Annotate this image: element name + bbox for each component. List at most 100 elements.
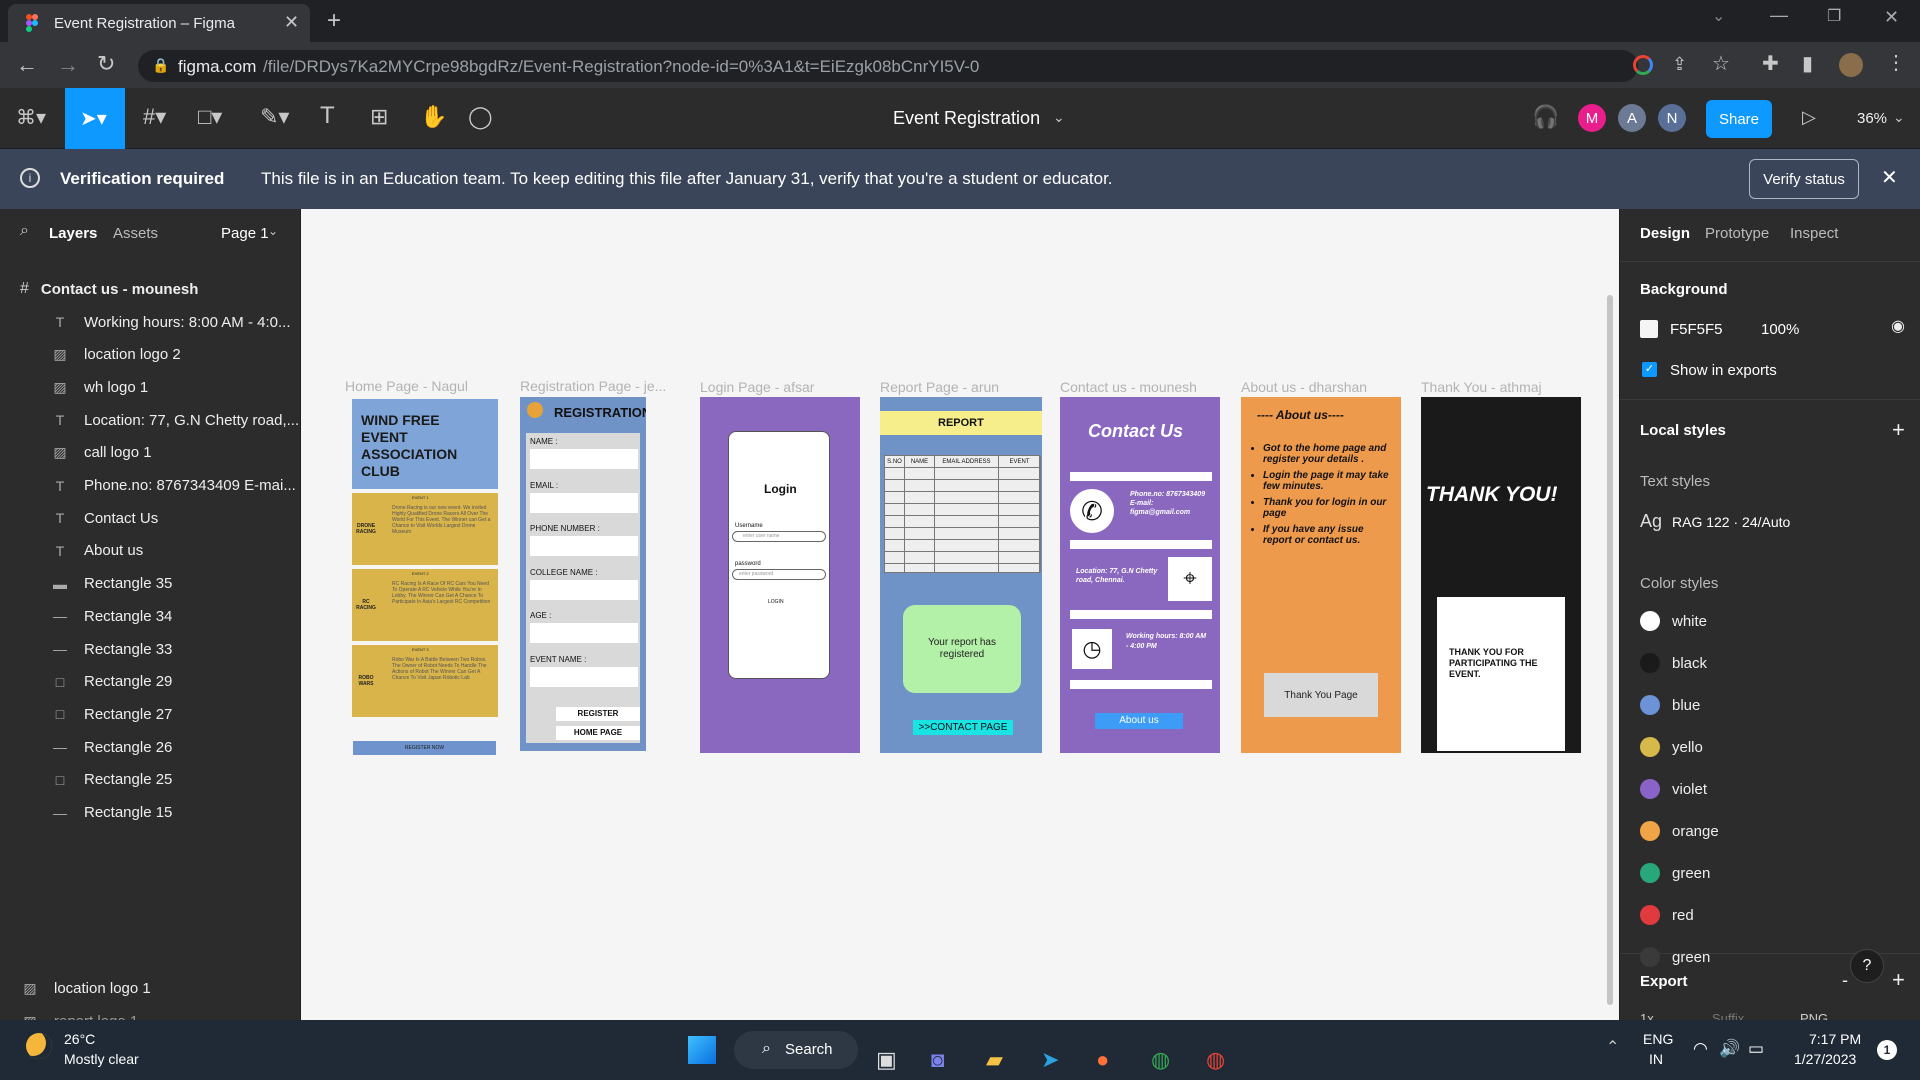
weather-desc[interactable]: Mostly clear [64,1051,139,1067]
reload-icon[interactable]: ↻ [97,53,115,75]
volume-icon[interactable]: 🔊 [1719,1040,1740,1057]
tab-assets[interactable]: Assets [113,225,158,242]
shape-tool-icon[interactable]: □▾ [198,106,222,128]
color-style-item[interactable]: blue [1640,695,1700,715]
banner-close-icon[interactable]: ✕ [1881,168,1898,188]
resources-icon[interactable]: ⊞ [370,106,388,128]
google-icon[interactable] [1633,55,1653,75]
tab-layers[interactable]: Layers [49,225,97,242]
hand-tool-icon[interactable]: ✋ [420,106,447,128]
color-style-item[interactable]: white [1640,611,1707,631]
add-export-icon[interactable]: + [1892,969,1905,991]
back-icon[interactable]: ← [16,54,38,76]
text-tool-icon[interactable]: T [320,104,335,128]
maximize-icon[interactable]: ❐ [1827,9,1841,25]
thank-you-frame[interactable]: THANK YOU! THANK YOU FOR PARTICIPATING T… [1421,397,1581,753]
registration-field-input[interactable] [530,623,638,643]
registration-page-frame[interactable]: REGISTRATION NAME : EMAIL : PHONE NUMBER :… [520,397,646,751]
profile-avatar[interactable] [1839,53,1863,77]
pen-tool-icon[interactable]: ✎▾ [260,106,289,128]
registration-field-input[interactable] [530,492,638,513]
notification-badge[interactable]: 1 [1877,1040,1897,1060]
wifi-icon[interactable]: ◠ [1693,1040,1708,1057]
home-page-frame[interactable]: WIND FREE EVENT ASSOCIATION CLUB EVENT 1… [351,399,499,755]
username-input[interactable]: enter user name [732,531,826,542]
color-style-item[interactable]: orange [1640,821,1719,841]
windows-start-icon[interactable] [688,1036,716,1064]
url-field[interactable]: 🔒 figma.com /file/DRDys7Ka2MYCrpe98bgdRz… [138,50,1638,82]
page-chevron-icon[interactable]: ⌄ [268,225,278,237]
color-style-item[interactable]: black [1640,653,1707,673]
login-page-frame[interactable]: Login Username enter user name password … [700,397,860,753]
zoom-level[interactable]: 36% [1857,110,1887,127]
present-icon[interactable]: ▷ [1802,108,1816,126]
minimize-icon[interactable]: — [1770,6,1788,24]
registration-field-input[interactable] [530,449,638,469]
clock-time[interactable]: 7:17 PM [1809,1031,1861,1047]
register-button[interactable]: REGISTER [556,707,640,721]
frame-label-login[interactable]: Login Page - afsar [700,379,814,395]
weather-icon[interactable] [26,1033,52,1059]
color-style-item[interactable]: red [1640,905,1694,925]
thank-you-page-button[interactable]: Thank You Page [1264,673,1378,717]
new-tab-icon[interactable]: + [327,9,341,33]
comment-tool-icon[interactable]: ◯ [468,106,493,128]
share-page-icon[interactable]: ⇪ [1672,55,1687,73]
forward-icon[interactable]: → [57,54,79,76]
side-panel-icon[interactable]: ▮ [1802,54,1813,74]
browser-tab[interactable]: Event Registration – Figma ✕ [8,4,310,42]
tab-inspect[interactable]: Inspect [1790,225,1838,242]
verify-status-button[interactable]: Verify status [1749,159,1859,199]
weather-temp[interactable]: 26°C [64,1031,95,1047]
tab-design[interactable]: Design [1640,225,1690,242]
registration-field-input[interactable] [530,579,638,600]
avatar-a[interactable]: A [1618,104,1646,132]
text-style-item[interactable]: RAG 122 · 24/Auto [1672,514,1790,530]
tab-prototype[interactable]: Prototype [1705,225,1769,242]
registration-field-input[interactable] [530,536,638,556]
telegram-icon[interactable]: ➤ [1041,1047,1059,1073]
taskbar-search[interactable]: ⌕ Search [734,1031,858,1069]
show-exports-checkbox[interactable]: ✓ [1642,362,1657,377]
file-explorer-icon[interactable]: ▰ [986,1047,1003,1073]
chevron-down-icon[interactable]: ⌄ [1053,110,1065,124]
color-style-item[interactable]: yello [1640,737,1703,757]
task-view-icon[interactable]: ▣ [876,1047,897,1073]
firefox-icon[interactable]: ● [1096,1047,1109,1073]
design-canvas[interactable]: Home Page - Nagul Registration Page - je… [301,209,1619,1020]
meet-icon[interactable]: ◙ [931,1047,944,1073]
eye-icon[interactable]: ◉ [1891,319,1905,335]
canvas-scrollbar[interactable] [1607,295,1613,1005]
chrome-icon[interactable]: ◍ [1151,1047,1170,1073]
window-close-icon[interactable]: ✕ [1884,8,1899,26]
page-selector[interactable]: Page 1 [221,225,269,242]
background-swatch[interactable] [1640,320,1658,338]
add-style-icon[interactable]: + [1892,419,1905,441]
avatar-m[interactable]: M [1578,104,1606,132]
background-hex[interactable]: F5F5F5 [1670,321,1723,338]
frame-label-home[interactable]: Home Page - Nagul [345,378,468,394]
about-page-frame[interactable]: ---- About us---- Got to the home page a… [1241,397,1401,753]
color-style-item[interactable]: green [1640,863,1710,883]
lang-eng[interactable]: ENG [1643,1031,1673,1047]
search-icon[interactable]: ⌕ [20,223,29,239]
clock-date[interactable]: 1/27/2023 [1794,1051,1856,1067]
chrome-profile-icon[interactable]: ◍ [1206,1047,1225,1073]
help-button[interactable]: ? [1850,949,1884,983]
share-button[interactable]: Share [1706,100,1772,138]
close-icon[interactable]: ✕ [284,13,299,31]
bookmark-star-icon[interactable]: ☆ [1712,54,1730,74]
password-input[interactable]: enter password [732,569,826,580]
tray-chevron-icon[interactable]: ⌃ [1606,1040,1619,1056]
audio-icon[interactable]: 🎧 [1532,106,1559,128]
report-page-frame[interactable]: REPORT S.NO NAME EMAIL ADDRESS EVENT Your r… [880,397,1042,753]
lang-in[interactable]: IN [1649,1051,1663,1067]
tab-search-icon[interactable]: ⌄ [1712,9,1725,25]
frame-label-thanks[interactable]: Thank You - athmaj [1421,379,1542,395]
frame-tool-icon[interactable]: #▾ [143,106,166,128]
register-now-button[interactable]: REGISTER NOW [353,741,496,755]
frame-label-contact[interactable]: Contact us - mounesh [1060,379,1197,395]
zoom-chevron-icon[interactable]: ⌄ [1893,110,1905,124]
file-name[interactable]: Event Registration [893,108,1040,129]
battery-icon[interactable]: ▭ [1748,1040,1764,1057]
